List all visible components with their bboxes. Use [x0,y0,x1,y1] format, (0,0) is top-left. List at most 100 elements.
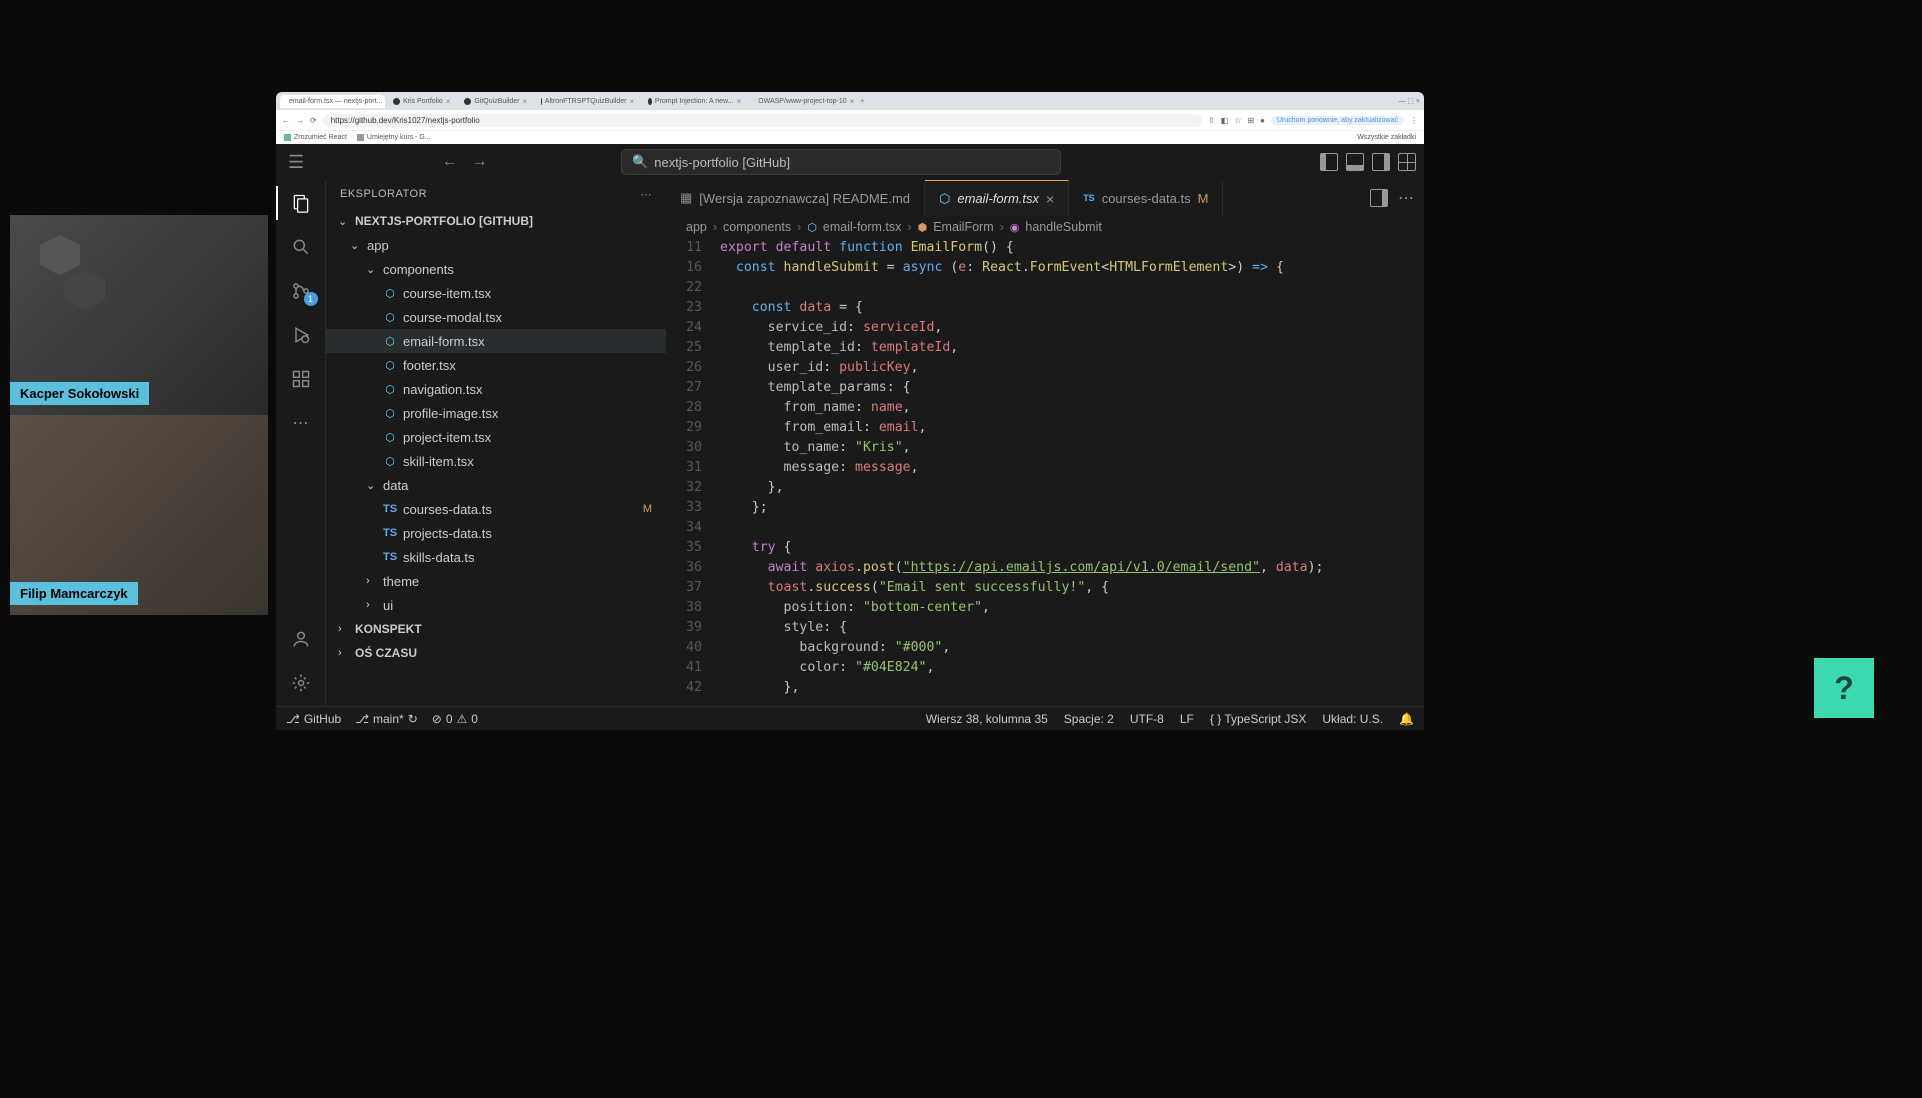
extensions-icon[interactable]: ◧ [1221,116,1229,125]
browser-tab-5[interactable]: OWASP/www-project-top-10× [749,95,854,108]
reload-button[interactable]: ⟳ [310,116,317,125]
command-center[interactable]: 🔍 nextjs-portfolio [GitHub] [621,149,1061,175]
file-skills-data[interactable]: TSskills-data.ts [326,545,666,569]
editor-tabs: ▦ [Wersja zapoznawcza] README.md ⬡ email… [666,180,1424,216]
status-bar: ⎇GitHub ⎇main*↻ ⊘0⚠0 Wiersz 38, kolumna … [276,706,1424,730]
update-button[interactable]: Uruchom ponownie, aby zaktualizować [1271,116,1404,125]
explorer-icon[interactable] [288,190,314,216]
split-editor-icon[interactable] [1370,189,1388,207]
accounts-icon[interactable] [288,626,314,652]
git-branch[interactable]: ⎇main*↻ [355,712,418,726]
forward-button[interactable]: → [296,116,304,125]
file-project-item[interactable]: ⬡project-item.tsx [326,425,666,449]
folder-ui[interactable]: ›ui [326,593,666,617]
eol[interactable]: LF [1180,712,1194,726]
folder-app[interactable]: ⌄app [326,233,666,257]
browser-tab-1[interactable]: Kris Portfolio× [387,95,456,108]
menu-icon[interactable]: ☰ [284,152,308,173]
more-icon[interactable]: ⋯ [288,410,314,436]
url-input[interactable]: https://github.dev/Kris1027/nextjs-portf… [323,114,1202,127]
share-icon[interactable]: ⇧ [1208,116,1215,125]
new-tab-button[interactable]: + [860,98,864,105]
problems[interactable]: ⊘0⚠0 [432,712,478,726]
browser-tab-2[interactable]: GitQuizBuilder× [458,95,533,108]
toggle-panel-icon[interactable] [1346,153,1364,171]
vscode-app: ☰ ← → 🔍 nextjs-portfolio [GitHub] [276,144,1424,730]
breadcrumb[interactable]: app› components› ⬡ email-form.tsx› ⬢ Ema… [666,216,1424,238]
keyboard-layout[interactable]: Układ: U.S. [1322,712,1383,726]
folder-theme[interactable]: ›theme [326,569,666,593]
editor-tab-email-form[interactable]: ⬡ email-form.tsx × [925,180,1069,216]
editor-more-icon[interactable]: ⋯ [1398,188,1414,208]
folder-components[interactable]: ⌄components [326,257,666,281]
language-mode[interactable]: { } TypeScript JSX [1210,712,1307,726]
editor-tab-courses-data[interactable]: TS courses-data.ts M [1069,180,1223,216]
file-profile-image[interactable]: ⬡profile-image.tsx [326,401,666,425]
explorer-sidebar: EKSPLORATOR ⋯ ⌄NEXTJS-PORTFOLIO [GITHUB]… [326,180,666,706]
nav-back-icon[interactable]: ← [442,153,458,171]
project-root[interactable]: ⌄NEXTJS-PORTFOLIO [GITHUB] [326,209,666,233]
search-icon[interactable] [288,234,314,260]
nav-forward-icon[interactable]: → [472,153,488,171]
sidebar-more-icon[interactable]: ⋯ [641,188,653,201]
indentation[interactable]: Spacje: 2 [1064,712,1114,726]
explorer-title: EKSPLORATOR [340,188,427,201]
code-editor[interactable]: 1116222324252627282930313233343536373839… [666,238,1424,706]
folder-data[interactable]: ⌄data [326,473,666,497]
webcam-2-label: Filip Mamcarczyk [10,582,138,605]
editor-tab-readme[interactable]: ▦ [Wersja zapoznawcza] README.md [666,180,925,216]
browser-tab-0[interactable]: email-form.tsx — nextjs-port...× [280,95,385,108]
close-icon[interactable]: × [446,97,451,106]
settings-icon[interactable] [288,670,314,696]
minimap[interactable] [1364,238,1424,706]
bookmark-0[interactable]: Zrozumieć React [284,134,347,141]
file-projects-data[interactable]: TSprojects-data.ts [326,521,666,545]
all-bookmarks[interactable]: Wszystkie zakładki [1357,134,1416,141]
window-controls[interactable]: — ⬚ × [1398,97,1420,105]
method-icon: ◉ [1010,221,1020,234]
browser-tab-4[interactable]: Prompt Injection: A new...× [642,95,747,108]
webcam-1-label: Kacper Sokołowski [10,382,149,405]
scm-badge: 1 [304,292,318,306]
toggle-sidebar-icon[interactable] [1320,153,1338,171]
bookmark-1[interactable]: Umiejętny kurs - G... [357,134,431,141]
run-debug-icon[interactable] [288,322,314,348]
encoding[interactable]: UTF-8 [1130,712,1164,726]
close-icon[interactable]: × [850,97,855,106]
close-tab-icon[interactable]: × [1046,191,1054,207]
extensions-icon[interactable] [288,366,314,392]
file-navigation[interactable]: ⬡navigation.tsx [326,377,666,401]
file-skill-item[interactable]: ⬡skill-item.tsx [326,449,666,473]
back-button[interactable]: ← [282,116,290,125]
star-icon[interactable]: ☆ [1234,116,1241,125]
browser-tab-3[interactable]: AltronFTRSPTQuizBuilder× [535,95,640,108]
browser-address-bar: ← → ⟳ https://github.dev/Kris1027/nextjs… [276,110,1424,130]
cursor-position[interactable]: Wiersz 38, kolumna 35 [926,712,1048,726]
webcam-1: Kacper Sokołowski [10,215,268,415]
preview-icon: ▦ [680,190,692,206]
module-icon: ⬢ [918,221,928,234]
customize-layout-icon[interactable] [1398,153,1416,171]
file-course-modal[interactable]: ⬡course-modal.tsx [326,305,666,329]
file-email-form[interactable]: ⬡email-form.tsx [326,329,666,353]
activity-bar: 1 ⋯ [276,180,326,706]
browser-window: email-form.tsx — nextjs-port...× Kris Po… [276,92,1424,730]
remote-indicator[interactable]: ⎇GitHub [286,712,341,726]
section-os-czasu[interactable]: ›OŚ CZASU [326,641,666,665]
bookmarks-bar: Zrozumieć React Umiejętny kurs - G... Ws… [276,130,1424,144]
notifications-icon[interactable]: 🔔 [1399,712,1414,726]
close-icon[interactable]: × [737,97,742,106]
browser-tabstrip: email-form.tsx — nextjs-port...× Kris Po… [276,92,1424,110]
ts-icon: TS [1083,193,1095,203]
close-icon[interactable]: × [523,97,528,106]
profile-icon[interactable]: ● [1260,116,1265,125]
source-control-icon[interactable]: 1 [288,278,314,304]
file-courses-data[interactable]: TScourses-data.tsM [326,497,666,521]
section-konspekt[interactable]: ›KONSPEKT [326,617,666,641]
puzzle-icon[interactable]: ⊞ [1247,116,1254,125]
close-icon[interactable]: × [630,97,635,106]
menu-icon[interactable]: ⋮ [1410,116,1418,125]
file-footer[interactable]: ⬡footer.tsx [326,353,666,377]
file-course-item[interactable]: ⬡course-item.tsx [326,281,666,305]
toggle-secondary-icon[interactable] [1372,153,1390,171]
